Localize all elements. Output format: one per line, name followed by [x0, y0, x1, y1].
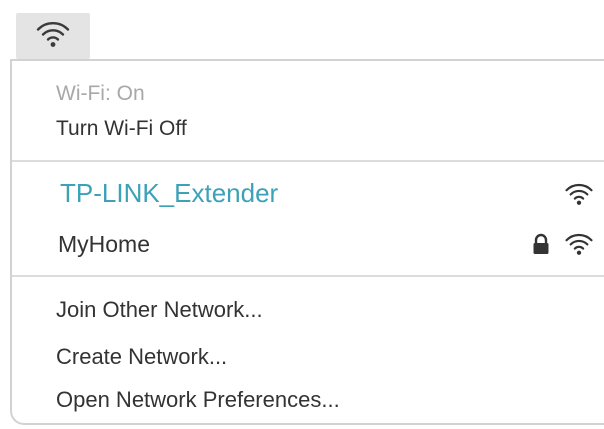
wifi-signal-icon	[564, 181, 594, 212]
network-item-tp-link-extender[interactable]: TP-LINK_Extender	[60, 178, 278, 209]
network-item-myhome-icons	[532, 231, 594, 262]
wifi-signal-icon	[564, 231, 594, 262]
wifi-dropdown-menu: Wi-Fi: On Turn Wi-Fi Off TP-LINK_Extende…	[10, 59, 604, 425]
open-network-preferences-item[interactable]: Open Network Preferences...	[56, 387, 340, 413]
join-other-network-item[interactable]: Join Other Network...	[56, 297, 263, 323]
menu-separator	[12, 160, 604, 162]
network-item-myhome[interactable]: MyHome	[58, 231, 150, 258]
lock-icon	[532, 233, 550, 260]
turn-wifi-off-item[interactable]: Turn Wi-Fi Off	[56, 117, 187, 141]
wifi-status-label: Wi-Fi: On	[56, 82, 145, 105]
wifi-icon	[35, 19, 71, 54]
create-network-item[interactable]: Create Network...	[56, 344, 227, 370]
menu-separator	[12, 275, 604, 277]
menubar-wifi-button[interactable]	[16, 13, 90, 59]
network-item-tp-link-extender-icons	[564, 181, 594, 212]
wifi-menu-screen: Wi-Fi: On Turn Wi-Fi Off TP-LINK_Extende…	[0, 0, 604, 429]
